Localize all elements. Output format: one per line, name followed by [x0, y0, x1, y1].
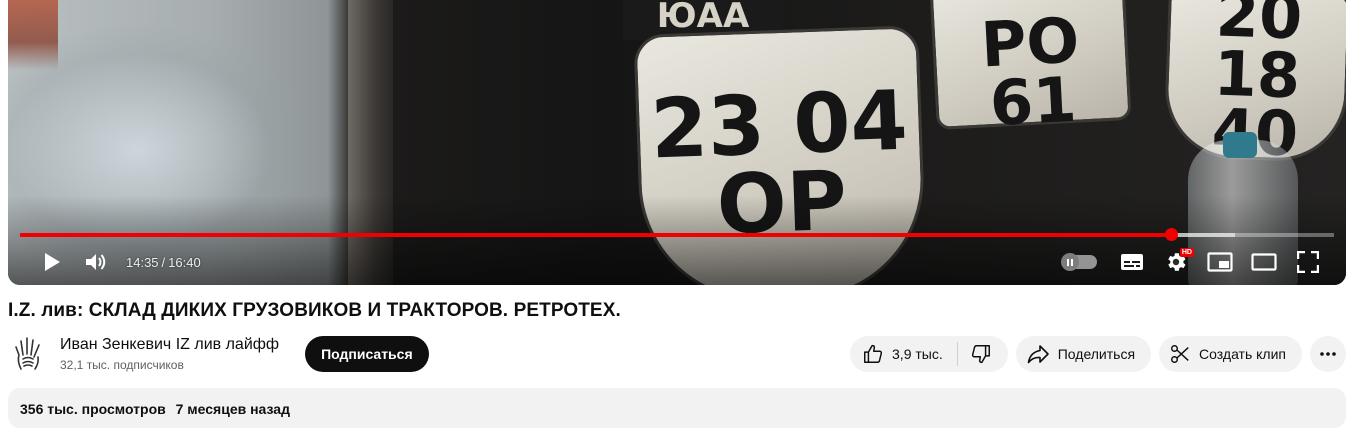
channel-name[interactable]: Иван Зенкевич IZ лив лайфф	[60, 336, 279, 354]
miniplayer-button[interactable]	[1198, 246, 1242, 278]
hd-badge: HD	[1179, 248, 1194, 257]
play-icon	[45, 253, 60, 271]
fullscreen-button[interactable]	[1286, 246, 1330, 278]
like-button[interactable]: 3,9 тыс.	[850, 336, 957, 372]
time-separator: /	[161, 254, 166, 270]
share-button[interactable]: Поделиться	[1015, 336, 1152, 372]
thumbs-up-icon	[864, 344, 883, 363]
autoplay-button[interactable]	[1058, 246, 1102, 278]
progress-bar[interactable]	[20, 228, 1334, 241]
play-button[interactable]	[30, 246, 74, 278]
create-clip-label: Создать клип	[1199, 346, 1286, 362]
fullscreen-icon	[1297, 251, 1319, 273]
volume-button[interactable]	[74, 246, 118, 278]
progress-scrubber[interactable]	[1164, 228, 1178, 241]
more-horizontal-icon	[1320, 352, 1336, 356]
handprint-icon	[15, 337, 40, 370]
time-display: 14:35/16:40	[126, 255, 201, 270]
video-player[interactable]: ЮАА 23 04 ОР РО 61 20 18 40	[8, 0, 1346, 285]
thumbs-down-icon	[971, 345, 990, 364]
channel-owner-row: Иван Зенкевич IZ лив лайфф 32,1 тыс. под…	[8, 333, 429, 375]
more-actions-button[interactable]	[1310, 336, 1346, 372]
video-plate-far-right-line1: 20 18	[1212, 0, 1304, 113]
subscribe-button[interactable]: Подписаться	[305, 336, 429, 372]
video-license-plate-right: РО 61	[929, 0, 1132, 140]
view-count: 356 тыс. просмотров	[20, 401, 166, 417]
channel-avatar[interactable]	[8, 334, 48, 374]
subtitles-icon	[1121, 254, 1143, 270]
pause-icon	[1061, 253, 1079, 271]
share-icon	[1027, 345, 1049, 364]
video-title: I.Z. лив: СКЛАД ДИКИХ ГРУЗОВИКОВ И ТРАКТ…	[8, 300, 621, 321]
volume-icon	[86, 254, 106, 270]
like-count: 3,9 тыс.	[892, 346, 943, 362]
settings-button[interactable]: HD	[1154, 246, 1198, 278]
video-bottle-cap	[1223, 132, 1257, 158]
publish-date: 7 месяцев назад	[175, 401, 290, 417]
theater-mode-button[interactable]	[1242, 246, 1286, 278]
video-plate-right-line1: РО 61	[979, 3, 1081, 140]
time-current: 14:35	[126, 254, 159, 270]
progress-played	[20, 233, 1172, 237]
create-clip-button[interactable]: Создать клип	[1159, 336, 1302, 372]
theater-mode-icon	[1251, 253, 1277, 271]
video-actions: 3,9 тыс. Поделиться Создать клип	[842, 336, 1346, 372]
autoplay-toggle	[1061, 253, 1097, 271]
miniplayer-icon	[1207, 252, 1233, 272]
player-controls: 14:35/16:40 HD	[8, 245, 1346, 279]
subtitles-button[interactable]	[1110, 246, 1154, 278]
time-duration: 16:40	[168, 254, 201, 270]
video-brick-wall	[8, 0, 58, 70]
description-box[interactable]: 356 тыс. просмотров 7 месяцев назад	[8, 388, 1346, 428]
share-label: Поделиться	[1057, 346, 1136, 362]
like-dislike-group: 3,9 тыс.	[850, 336, 1008, 372]
dislike-button[interactable]	[958, 336, 1008, 372]
scissors-icon	[1171, 345, 1189, 363]
subscriber-count: 32,1 тыс. подписчиков	[60, 358, 184, 372]
channel-info: Иван Зенкевич IZ лив лайфф 32,1 тыс. под…	[60, 336, 279, 372]
